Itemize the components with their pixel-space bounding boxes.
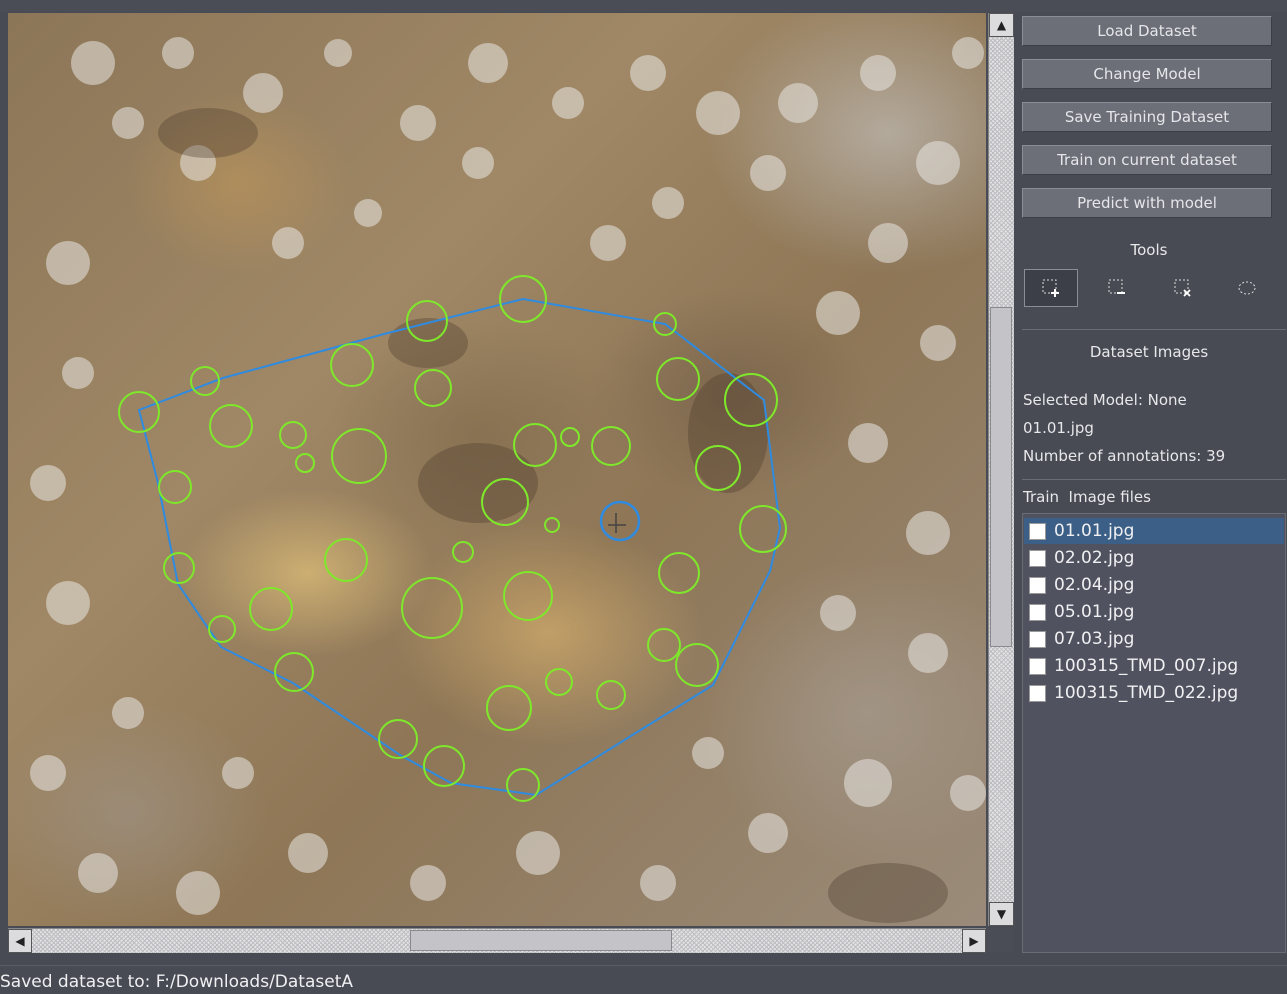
annotation-overlay[interactable]	[8, 13, 986, 926]
annotation-circle[interactable]	[647, 628, 681, 662]
horizontal-scroll-thumb[interactable]	[410, 930, 672, 951]
annotation-circle[interactable]	[544, 517, 560, 533]
arrow-right-icon: ▶	[969, 934, 979, 948]
remove-selection-icon	[1108, 279, 1125, 294]
file-checkbox[interactable]	[1029, 522, 1046, 540]
delete-selection-tool[interactable]	[1156, 269, 1210, 307]
annotation-circle[interactable]	[506, 768, 540, 802]
annotation-circle[interactable]	[274, 652, 314, 692]
predict-with-model-button[interactable]: Predict with model	[1022, 188, 1272, 218]
file-row[interactable]: 01.01.jpg	[1024, 518, 1284, 544]
annotation-circle[interactable]	[378, 719, 418, 759]
annotation-circle[interactable]	[249, 587, 293, 631]
annotation-circle[interactable]	[656, 357, 700, 401]
file-checkbox[interactable]	[1029, 603, 1046, 621]
arrow-left-icon: ◀	[15, 934, 25, 948]
scroll-left-button[interactable]: ◀	[8, 929, 32, 953]
file-row[interactable]: 02.02.jpg	[1024, 545, 1284, 571]
annotation-circle[interactable]	[208, 615, 236, 643]
annotation-circle[interactable]	[486, 685, 532, 731]
annotation-circle[interactable]	[560, 427, 580, 447]
change-model-button[interactable]: Change Model	[1022, 59, 1272, 89]
annotation-circle[interactable]	[545, 668, 573, 696]
file-checkbox[interactable]	[1029, 657, 1046, 675]
cursor-selection-circle[interactable]	[599, 500, 641, 542]
scrollbar-corner	[988, 928, 1013, 952]
top-strip	[0, 0, 1287, 12]
divider	[1022, 329, 1286, 330]
ellipse-tool[interactable]	[1220, 269, 1274, 307]
vertical-scrollbar[interactable]: ▲ ▼	[988, 13, 1014, 926]
file-row[interactable]: 07.03.jpg	[1024, 626, 1284, 652]
annotation-circle[interactable]	[414, 369, 452, 407]
annotation-circle[interactable]	[596, 680, 626, 710]
status-message: Saved dataset to: F:/Downloads/DatasetA	[0, 972, 353, 992]
scroll-down-button[interactable]: ▼	[989, 902, 1014, 926]
file-checkbox[interactable]	[1029, 549, 1046, 567]
dataset-images-heading: Dataset Images	[1089, 343, 1209, 361]
annotation-circle[interactable]	[658, 552, 700, 594]
arrow-up-icon: ▲	[996, 18, 1007, 32]
file-name: 02.04.jpg	[1054, 575, 1135, 595]
image-viewport[interactable]	[8, 13, 986, 926]
selected-model-label: Selected Model: None	[1023, 391, 1187, 409]
annotation-circle[interactable]	[675, 643, 719, 687]
arrow-down-icon: ▼	[996, 907, 1007, 921]
annotation-circle[interactable]	[503, 571, 553, 621]
add-selection-icon	[1042, 279, 1059, 297]
control-panel: Load Dataset Change Model Save Training …	[1014, 13, 1287, 953]
annotation-circle[interactable]	[158, 470, 192, 504]
status-bar: Saved dataset to: F:/Downloads/DatasetA	[0, 965, 1287, 994]
region-polygon[interactable]	[137, 297, 782, 797]
add-selection-tool[interactable]	[1024, 269, 1078, 307]
annotation-circle[interactable]	[330, 343, 374, 387]
vertical-scroll-thumb[interactable]	[990, 307, 1012, 647]
horizontal-scrollbar[interactable]: ◀ ▶	[8, 928, 986, 953]
current-file-label: 01.01.jpg	[1023, 419, 1094, 437]
save-training-dataset-button[interactable]: Save Training Dataset	[1022, 102, 1272, 132]
file-name: 01.01.jpg	[1054, 521, 1135, 541]
annotation-circle[interactable]	[295, 453, 315, 473]
image-file-list[interactable]: 01.01.jpg 02.02.jpg 02.04.jpg 05.01.jpg …	[1022, 513, 1286, 953]
file-row[interactable]: 02.04.jpg	[1024, 572, 1284, 598]
tools-toolbar	[1022, 267, 1286, 309]
file-checkbox[interactable]	[1029, 630, 1046, 648]
annotation-circle[interactable]	[163, 552, 195, 584]
annotation-circle[interactable]	[452, 541, 474, 563]
annotation-circle[interactable]	[401, 577, 463, 639]
annotation-circle[interactable]	[513, 423, 557, 467]
ellipse-icon	[1238, 281, 1256, 295]
train-on-current-dataset-button[interactable]: Train on current dataset	[1022, 145, 1272, 175]
crosshair-cursor-icon	[608, 513, 626, 533]
file-checkbox[interactable]	[1029, 684, 1046, 702]
tools-heading: Tools	[1130, 241, 1168, 259]
annotation-circle[interactable]	[591, 426, 631, 466]
train-image-files-heading: Train Image files	[1023, 488, 1151, 506]
annotation-count-label: Number of annotations: 39	[1023, 447, 1226, 465]
file-name: 100315_TMD_007.jpg	[1054, 656, 1239, 676]
file-checkbox[interactable]	[1029, 576, 1046, 594]
file-name: 100315_TMD_022.jpg	[1054, 683, 1239, 703]
annotation-circle[interactable]	[279, 421, 307, 449]
scroll-up-button[interactable]: ▲	[989, 13, 1014, 37]
remove-selection-tool[interactable]	[1090, 269, 1144, 307]
divider	[1022, 479, 1286, 480]
file-name: 07.03.jpg	[1054, 629, 1135, 649]
annotation-circle[interactable]	[331, 428, 387, 484]
file-row[interactable]: 05.01.jpg	[1024, 599, 1284, 625]
file-name: 02.02.jpg	[1054, 548, 1135, 568]
annotation-circle[interactable]	[324, 538, 368, 582]
scroll-right-button[interactable]: ▶	[962, 929, 986, 953]
file-row[interactable]: 100315_TMD_007.jpg	[1024, 653, 1284, 679]
annotation-circle[interactable]	[209, 404, 253, 448]
file-row[interactable]: 100315_TMD_022.jpg	[1024, 680, 1284, 706]
load-dataset-button[interactable]: Load Dataset	[1022, 16, 1272, 46]
background-texture-dark	[158, 108, 948, 923]
file-name: 05.01.jpg	[1054, 602, 1135, 622]
delete-selection-icon	[1174, 279, 1191, 297]
